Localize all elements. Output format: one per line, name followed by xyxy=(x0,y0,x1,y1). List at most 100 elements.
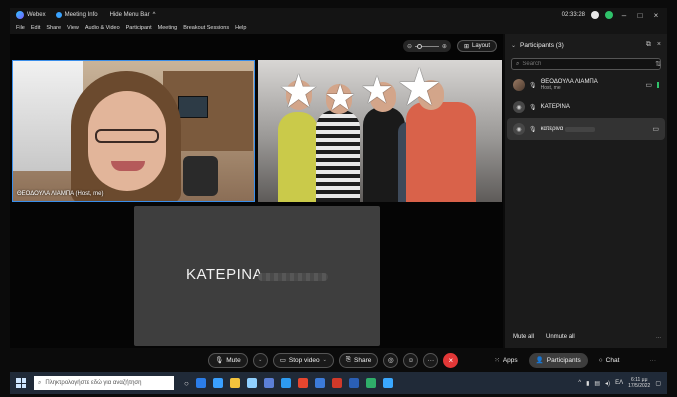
mute-button[interactable]: 🎙 Mute xyxy=(208,352,248,368)
end-call-button[interactable]: × xyxy=(443,352,459,368)
audio-options-button[interactable]: ⌄ xyxy=(252,352,268,368)
webex-window: Webex Meeting Info Hide Menu Bar ^ 02:33… xyxy=(0,0,677,397)
close-button[interactable]: × xyxy=(651,11,661,20)
participant-row-katerina-2[interactable]: ◉ 🎙 κατερινα ▭ xyxy=(507,118,665,140)
video-tile-katerina[interactable]: ΚΑΤΕΡΙΝΑ xyxy=(134,206,380,346)
unmute-all-button[interactable]: Unmute all xyxy=(546,334,575,340)
smiley-icon: ☺ xyxy=(407,356,415,364)
windows-start-icon[interactable] xyxy=(16,378,26,388)
mute-all-button[interactable]: Mute all xyxy=(513,334,534,340)
menu-help[interactable]: Help xyxy=(235,25,246,31)
windows-taskbar: ⌕ Πληκτρολογήστε εδώ για αναζήτηση ○ ^ ▮… xyxy=(10,372,667,394)
camera-icon[interactable]: ▭ xyxy=(652,125,659,133)
share-button[interactable]: ⎘ Share xyxy=(338,352,379,368)
file-explorer-icon[interactable] xyxy=(229,378,240,388)
zoom-in-icon[interactable]: ⊕ xyxy=(442,43,447,50)
video-stage: ⊖ ⊕ ⊞ Layout ΘΕΟΔΟΥΛΑ ΛΙΑΜΠΑ (Host, me) xyxy=(10,34,503,348)
chat-button[interactable]: ○ Chat xyxy=(593,353,626,368)
webex-taskbar-icon[interactable] xyxy=(382,378,393,388)
language-indicator[interactable]: ΕΛ xyxy=(615,380,623,386)
chrome-icon[interactable] xyxy=(297,378,308,388)
star-mask-icon: ★ xyxy=(396,60,443,117)
word-icon[interactable] xyxy=(348,378,359,388)
menu-breakout-sessions[interactable]: Breakout Sessions xyxy=(183,25,229,31)
menu-share[interactable]: Share xyxy=(46,25,61,31)
more-panels-button[interactable]: ··· xyxy=(644,353,663,368)
participants-label: Participants xyxy=(546,356,581,364)
microphone-tray-icon[interactable]: ▮ xyxy=(586,380,589,387)
record-icon: ◎ xyxy=(388,357,394,364)
apps-grid-icon: ⁙ xyxy=(494,357,500,364)
chevron-down-icon: ⌄ xyxy=(322,357,327,363)
sort-icon[interactable]: ⇅ xyxy=(655,60,661,68)
volume-icon[interactable]: ◂) xyxy=(605,380,610,387)
collapse-chevron-icon[interactable]: ⌄ xyxy=(511,42,516,49)
more-options-button[interactable]: ··· xyxy=(423,352,439,368)
app-icon[interactable] xyxy=(331,378,342,388)
menu-bar: File Edit Share View Audio & Video Parti… xyxy=(10,22,667,34)
chevron-down-icon: ⌄ xyxy=(258,357,263,363)
zoom-out-icon[interactable]: ⊖ xyxy=(407,43,412,50)
network-icon[interactable]: ▤ xyxy=(594,380,600,387)
participant-name: ΚΑΤΕΡΙΝΑ xyxy=(540,104,570,110)
reactions-button[interactable]: ☺ xyxy=(403,352,419,368)
edge-icon[interactable] xyxy=(195,378,206,388)
zoom-knob[interactable] xyxy=(416,43,422,49)
store-icon[interactable] xyxy=(212,378,223,388)
notifications-icon[interactable]: ▢ xyxy=(655,380,661,387)
camera-icon[interactable]: ▭ xyxy=(645,81,652,89)
menu-edit[interactable]: Edit xyxy=(31,25,40,31)
hide-menu-bar-button[interactable]: Hide Menu Bar ^ xyxy=(110,12,156,18)
record-button[interactable]: ◎ xyxy=(383,352,399,368)
app-icon[interactable] xyxy=(365,378,376,388)
menu-audio-video[interactable]: Audio & Video xyxy=(85,25,120,31)
panel-more-button[interactable]: ... xyxy=(656,334,661,340)
app-icon[interactable] xyxy=(314,378,325,388)
participant-search[interactable]: ⌕ xyxy=(511,58,661,70)
video-tile-host[interactable]: ΘΕΟΔΟΥΛΑ ΛΙΑΜΠΑ (Host, me) xyxy=(12,60,255,202)
maximize-button[interactable]: □ xyxy=(635,11,645,20)
app-icon[interactable] xyxy=(263,378,274,388)
stop-video-button[interactable]: ▭ Stop video ⌄ xyxy=(272,352,334,368)
microphone-icon[interactable]: 🎙 xyxy=(529,82,537,89)
search-icon: ⌕ xyxy=(516,60,520,67)
title-bar: Webex Meeting Info Hide Menu Bar ^ 02:33… xyxy=(10,8,667,22)
taskbar-clock[interactable]: 6:11 μμ 17/5/2022 xyxy=(628,377,650,389)
chat-label: Chat xyxy=(605,356,620,364)
search-input[interactable] xyxy=(522,61,643,67)
close-panel-icon[interactable]: × xyxy=(657,41,661,49)
menu-view[interactable]: View xyxy=(67,25,79,31)
meeting-info-button[interactable]: Meeting Info xyxy=(55,12,98,18)
layout-button[interactable]: ⊞ Layout xyxy=(456,40,497,52)
security-icon[interactable] xyxy=(591,11,599,19)
menu-meeting[interactable]: Meeting xyxy=(158,25,178,31)
connection-icon[interactable] xyxy=(605,11,613,19)
tray-chevron-icon[interactable]: ^ xyxy=(578,380,581,386)
cortana-icon[interactable]: ○ xyxy=(184,379,189,388)
participant-glasses xyxy=(95,129,159,143)
app-icon[interactable] xyxy=(246,378,257,388)
participant-row-host[interactable]: 🎙 ΘΕΟΔΟΥΛΑ ΛΙΑΜΠΑ Host, me ▭ xyxy=(507,74,665,96)
stop-video-label: Stop video xyxy=(288,356,320,364)
app-name: Webex xyxy=(16,11,46,19)
video-tile-group[interactable]: ★ ★ ★ ★ xyxy=(258,60,502,202)
zoom-slider[interactable]: ⊖ ⊕ xyxy=(402,40,451,52)
star-mask-icon: ★ xyxy=(360,70,395,112)
apps-button[interactable]: ⁙ Apps xyxy=(488,353,523,368)
app-icon[interactable] xyxy=(280,378,291,388)
participant-name-block: ΘΕΟΔΟΥΛΑ ΛΙΑΜΠΑ Host, me xyxy=(541,79,598,91)
participants-button[interactable]: 👤 Participants xyxy=(528,352,588,368)
microphone-icon[interactable]: 🎙 xyxy=(529,126,537,133)
participant-row-katerina[interactable]: ◉ 🎙 ΚΑΤΕΡΙΝΑ xyxy=(507,96,665,118)
blurred-text xyxy=(258,273,328,281)
microphone-icon[interactable]: 🎙 xyxy=(529,104,537,111)
search-icon: ⌕ xyxy=(38,379,42,386)
zoom-track[interactable] xyxy=(414,43,439,49)
menu-participant[interactable]: Participant xyxy=(126,25,152,31)
minimize-button[interactable]: – xyxy=(619,11,629,20)
popout-icon[interactable]: ⧉ xyxy=(646,41,651,49)
menu-file[interactable]: File xyxy=(16,25,25,31)
hide-menu-label: Hide Menu Bar xyxy=(109,12,150,18)
taskbar-search[interactable]: ⌕ Πληκτρολογήστε εδώ για αναζήτηση xyxy=(34,376,174,390)
system-tray: ^ ▮ ▤ ◂) ΕΛ 6:11 μμ 17/5/2022 ▢ xyxy=(578,377,661,389)
